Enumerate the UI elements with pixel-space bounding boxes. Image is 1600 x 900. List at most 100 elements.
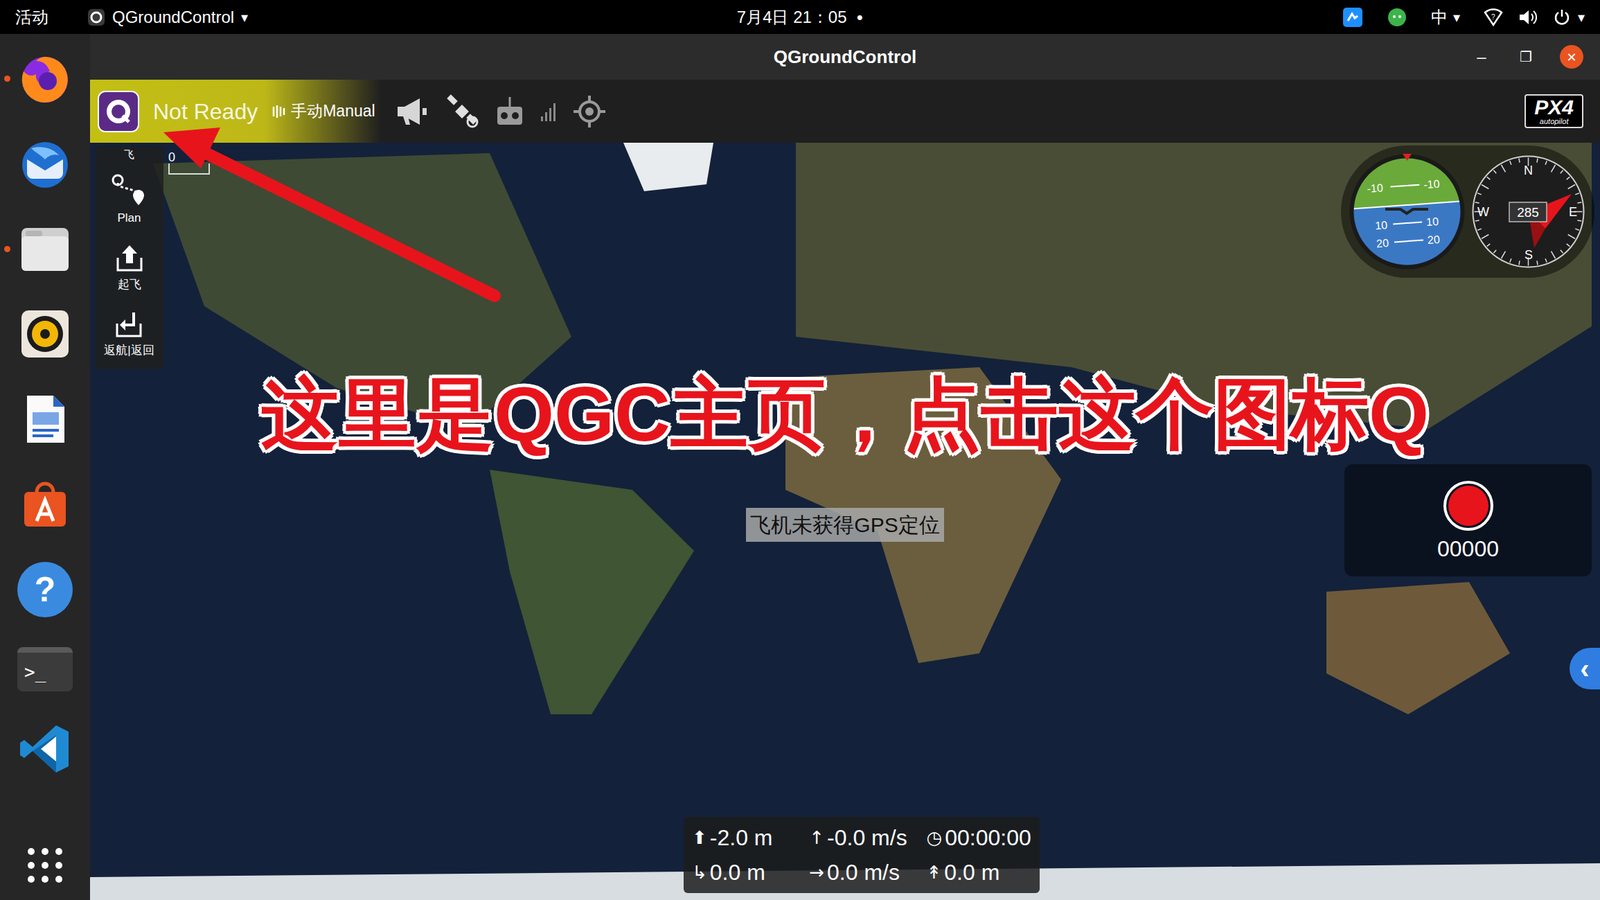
- attitude-indicator: -10-1010102020: [1346, 150, 1468, 273]
- running-dot: [4, 586, 11, 593]
- annotation-arrow: [0, 0, 1600, 900]
- telemetry-icon: →: [809, 858, 825, 886]
- tool-label[interactable]: 返航|返回: [103, 341, 154, 360]
- record-button[interactable]: [1443, 480, 1494, 531]
- dock-item[interactable]: [0, 135, 91, 192]
- dock-item[interactable]: [0, 476, 91, 532]
- gps-message: 飞机未获得GPS定位: [745, 507, 944, 542]
- tool-button[interactable]: 返航|返回: [103, 304, 154, 364]
- telemetry-value: ↳0.0 m: [691, 855, 797, 889]
- clock[interactable]: 7月4日 21：05 ●: [736, 4, 864, 30]
- pitch-label: 10: [1426, 215, 1440, 228]
- running-dot: [4, 75, 11, 82]
- maximize-button[interactable]: ❐: [1515, 46, 1537, 68]
- app-menu[interactable]: QGroundControl ▾: [87, 4, 248, 30]
- top-bar: 活动QGroundControl▾7月4日 21：05●中▾?▾: [0, 0, 1600, 34]
- window-title-bar: QGroundControl – ❐ ✕: [90, 33, 1600, 80]
- input-method-label[interactable]: 中: [1430, 4, 1448, 30]
- side-tab-glyph[interactable]: ‹: [1579, 654, 1589, 683]
- dock-item[interactable]: [0, 306, 91, 362]
- px4-tagline: autopilot: [1539, 117, 1569, 126]
- qgc-logo-icon[interactable]: [97, 90, 140, 133]
- power-icon: [1552, 8, 1571, 27]
- telemetry-reading: 00:00:00: [944, 820, 1032, 855]
- tool-strip: 飞 Plan 起飞返航|返回: [94, 146, 164, 370]
- rhythmbox-icon: [17, 306, 73, 362]
- telemetry-reading: -0.0 m/s: [827, 820, 908, 855]
- input-method[interactable]: 中▾: [1430, 4, 1461, 30]
- window-title: QGroundControl: [773, 43, 918, 71]
- dock-item[interactable]: >_: [0, 646, 91, 692]
- input-method-arrow[interactable]: ▾: [1453, 6, 1461, 28]
- annotation-row: 这里是QGC主页，点击这个图标Q: [90, 369, 1600, 460]
- clock-label[interactable]: 7月4日 21：05: [736, 4, 848, 30]
- rc-transmitter-icon[interactable]: [494, 95, 526, 128]
- compass-west: W: [1477, 205, 1490, 219]
- qgc-app-icon: [87, 8, 106, 27]
- tool-label[interactable]: 飞: [123, 148, 135, 160]
- map-view[interactable]: 0飞Plan起飞返航|返回-10-1010102020NESW285这里是QGC…: [90, 142, 1600, 900]
- terminal-icon: >_: [17, 646, 73, 692]
- tray-app-icon[interactable]: [1342, 6, 1364, 28]
- network-icon: ?: [1483, 8, 1504, 27]
- app-menu-arrow[interactable]: ▾: [241, 6, 248, 28]
- telemetry-value: ⬆-2.0 m: [691, 820, 797, 855]
- qgc-toolbar: Not Ready 手动Manual PX4autopilot: [90, 79, 1600, 143]
- running-dot: [4, 501, 11, 508]
- close-button[interactable]: ✕: [1559, 45, 1584, 69]
- running-dot: [4, 160, 11, 167]
- tool-label[interactable]: Plan: [117, 209, 141, 228]
- notification-dot: ●: [856, 9, 864, 26]
- dock-item[interactable]: [0, 50, 91, 106]
- flight-mode-label[interactable]: 手动Manual: [290, 99, 375, 124]
- megaphone-icon[interactable]: [394, 95, 430, 128]
- telemetry-icon: ↑: [809, 824, 825, 852]
- thunderbird-icon: [17, 135, 73, 192]
- dock-item[interactable]: [0, 220, 91, 277]
- running-dot: [4, 331, 11, 338]
- dock-item[interactable]: [0, 721, 91, 777]
- show-apps-icon[interactable]: [25, 845, 65, 885]
- dock-item[interactable]: ?: [0, 561, 91, 618]
- vehicle-status[interactable]: Not Ready: [153, 94, 258, 129]
- pitch-label: 20: [1426, 233, 1440, 246]
- telemetry-reading: 0.0 m: [944, 855, 1000, 889]
- compass: NESW285: [1467, 150, 1589, 273]
- help-icon: ?: [17, 561, 73, 618]
- files-icon: [17, 220, 73, 277]
- tray-wechat-icon[interactable]: [1386, 6, 1408, 28]
- telemetry-reading: -2.0 m: [709, 820, 773, 855]
- pitch-label: 10: [1374, 218, 1389, 232]
- system-menu-arrow[interactable]: ▾: [1577, 6, 1585, 28]
- px4-brand: PX4: [1534, 96, 1574, 118]
- flight-mode-icon: [271, 103, 287, 120]
- plan-route-icon: [110, 173, 149, 208]
- telemetry-icon: ↟: [926, 858, 942, 886]
- compass-heading: 285: [1516, 205, 1540, 220]
- telemetry-icon: ↳: [691, 858, 708, 886]
- system-menu[interactable]: ?▾: [1483, 6, 1585, 28]
- dock-item[interactable]: [0, 391, 91, 447]
- minimize-button[interactable]: –: [1471, 44, 1492, 70]
- help-glyph: ?: [34, 572, 57, 607]
- activities-button[interactable]: 活动: [15, 4, 49, 30]
- terminal-glyph: >_: [24, 662, 46, 681]
- tool-button[interactable]: Plan: [110, 169, 149, 232]
- running-dot: [4, 745, 11, 753]
- vscode-icon: [17, 721, 73, 777]
- tool-label[interactable]: 起飞: [117, 275, 142, 294]
- recording-counter: 00000: [1437, 537, 1499, 560]
- dock: ? >_: [0, 33, 91, 900]
- flight-mode[interactable]: 手动Manual: [271, 99, 375, 124]
- video-recorder: 00000: [1344, 464, 1592, 577]
- annotation-text: 这里是QGC主页，点击这个图标Q: [261, 369, 1429, 460]
- gimbal-target-icon[interactable]: [572, 94, 607, 129]
- app-menu-label[interactable]: QGroundControl: [112, 4, 235, 30]
- tool-button[interactable]: 起飞: [113, 238, 146, 298]
- tool-button[interactable]: 飞: [123, 148, 135, 163]
- gps-satellite-icon[interactable]: [444, 94, 480, 129]
- flight-instruments: -10-1010102020NESW285: [1340, 145, 1595, 278]
- writer-icon: [17, 391, 73, 447]
- svg-text:?: ?: [1491, 13, 1496, 21]
- telemetry-reading: 0.0 m/s: [827, 855, 900, 889]
